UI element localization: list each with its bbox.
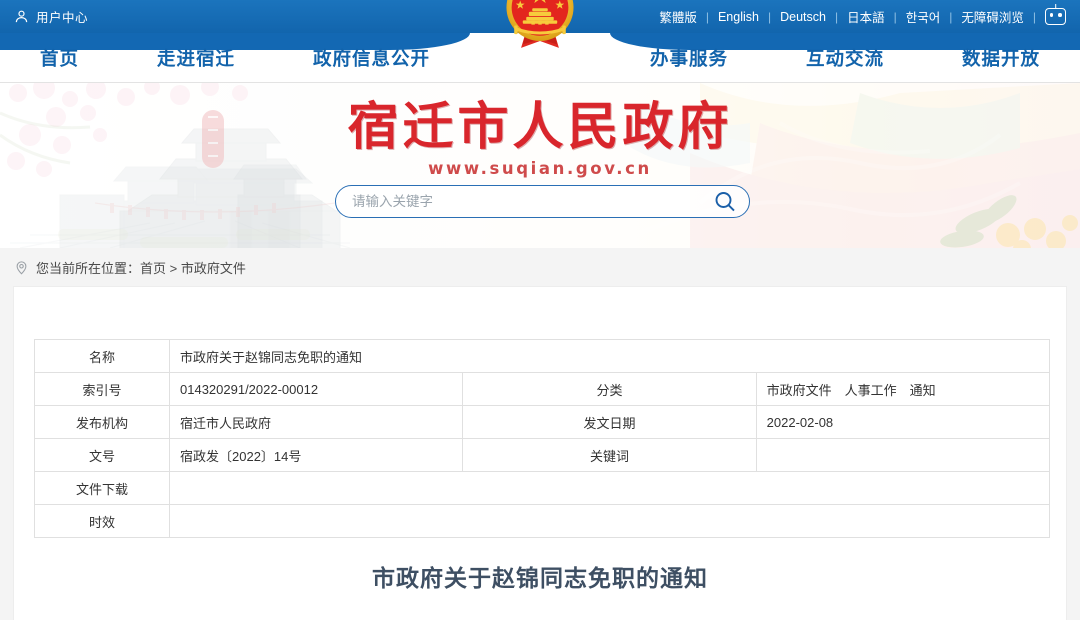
- site-search-box[interactable]: [335, 185, 750, 218]
- user-icon: [14, 9, 29, 24]
- info-label-file-download: 文件下载: [34, 471, 170, 505]
- location-pin-icon: [14, 260, 29, 275]
- info-value-file-download[interactable]: [169, 471, 1050, 505]
- nav-item-government-info[interactable]: 政府信息公开: [313, 45, 430, 71]
- table-row: 索引号 014320291/2022-00012 分类 市政府文件 人事工作 通…: [34, 372, 1051, 406]
- nav-item-home[interactable]: 首页: [40, 45, 79, 71]
- table-row: 文号 宿政发〔2022〕14号 关键词: [34, 438, 1051, 472]
- lang-item-korean[interactable]: 한국어: [897, 7, 950, 26]
- nav-right-group: 办事服务 互动交流 数据开放: [650, 33, 1040, 83]
- info-value-name: 市政府关于赵锦同志免职的通知: [169, 339, 1050, 373]
- search-icon: [715, 191, 735, 211]
- nav-item-services[interactable]: 办事服务: [650, 45, 728, 71]
- lang-item-japanese[interactable]: 日本語: [838, 7, 894, 26]
- site-title: 宿迁市人民政府: [347, 98, 733, 157]
- lang-item-deutsch[interactable]: Deutsch: [771, 10, 835, 24]
- site-url: www.suqian.gov.cn: [428, 159, 652, 179]
- info-label-issuer: 发布机构: [34, 405, 170, 439]
- user-center-link[interactable]: 用户中心: [14, 0, 88, 33]
- info-value-issuer: 宿迁市人民政府: [168, 405, 464, 439]
- table-row: 时效: [34, 504, 1050, 538]
- info-value-doc-number: 宿政发〔2022〕14号: [168, 438, 464, 472]
- page-root: 用户中心 繁體版 | English | Deutsch | 日本語 | 한국어…: [0, 0, 1080, 620]
- info-value-validity: [169, 504, 1050, 538]
- lang-item-traditional[interactable]: 繁體版: [650, 7, 706, 26]
- breadcrumb-item-current[interactable]: 市政府文件: [181, 261, 246, 276]
- info-label-validity: 时效: [34, 504, 170, 538]
- breadcrumb-prefix: 您当前所在位置：: [36, 260, 141, 276]
- info-value-keywords: [755, 438, 1051, 472]
- info-label-index: 索引号: [34, 372, 170, 406]
- info-label-keywords: 关键词: [462, 438, 757, 472]
- content-card: 名称 市政府关于赵锦同志免职的通知 索引号 014320291/2022-000…: [13, 286, 1067, 620]
- breadcrumb-item-home[interactable]: 首页: [140, 261, 166, 276]
- document-info-table: 名称 市政府关于赵锦同志免职的通知 索引号 014320291/2022-000…: [34, 339, 1051, 538]
- site-banner: 宿迁市人民政府 www.suqian.gov.cn: [0, 83, 1080, 248]
- search-button[interactable]: [713, 190, 737, 214]
- lang-separator: |: [1032, 9, 1036, 24]
- robot-icon[interactable]: [1045, 4, 1066, 25]
- lang-item-accessibility[interactable]: 无障碍浏览: [952, 7, 1033, 26]
- lang-item-english[interactable]: English: [709, 10, 768, 24]
- national-emblem-icon[interactable]: [497, 0, 583, 53]
- breadcrumb-separator: >: [166, 260, 181, 276]
- table-row: 名称 市政府关于赵锦同志免职的通知: [34, 339, 1050, 373]
- nav-item-open-data[interactable]: 数据开放: [962, 45, 1040, 71]
- info-value-issue-date: 2022-02-08: [755, 405, 1051, 439]
- breadcrumb-text: 您当前所在位置：首页 > 市政府文件: [36, 258, 246, 277]
- table-row: 发布机构 宿迁市人民政府 发文日期 2022-02-08: [34, 405, 1051, 439]
- breadcrumb: 您当前所在位置：首页 > 市政府文件: [0, 248, 1080, 286]
- user-center-label: 用户中心: [36, 11, 89, 25]
- site-title-block: 宿迁市人民政府 www.suqian.gov.cn: [0, 98, 1080, 179]
- info-value-index: 014320291/2022-00012: [168, 372, 464, 406]
- search-input[interactable]: [336, 186, 749, 217]
- info-value-category: 市政府文件 人事工作 通知: [755, 372, 1051, 406]
- nav-item-about-suqian[interactable]: 走进宿迁: [157, 45, 235, 71]
- nav-left-group: 首页 走进宿迁 政府信息公开: [40, 33, 430, 83]
- info-label-doc-number: 文号: [34, 438, 170, 472]
- language-bar: 繁體版 | English | Deutsch | 日本語 | 한국어 | 无障…: [650, 0, 1066, 33]
- nav-item-interaction[interactable]: 互动交流: [806, 45, 884, 71]
- info-label-name: 名称: [34, 339, 170, 373]
- info-label-issue-date: 发文日期: [462, 405, 757, 439]
- table-row: 文件下载: [34, 471, 1050, 505]
- document-title: 市政府关于赵锦同志免职的通知: [372, 566, 708, 592]
- info-label-category: 分类: [462, 372, 757, 406]
